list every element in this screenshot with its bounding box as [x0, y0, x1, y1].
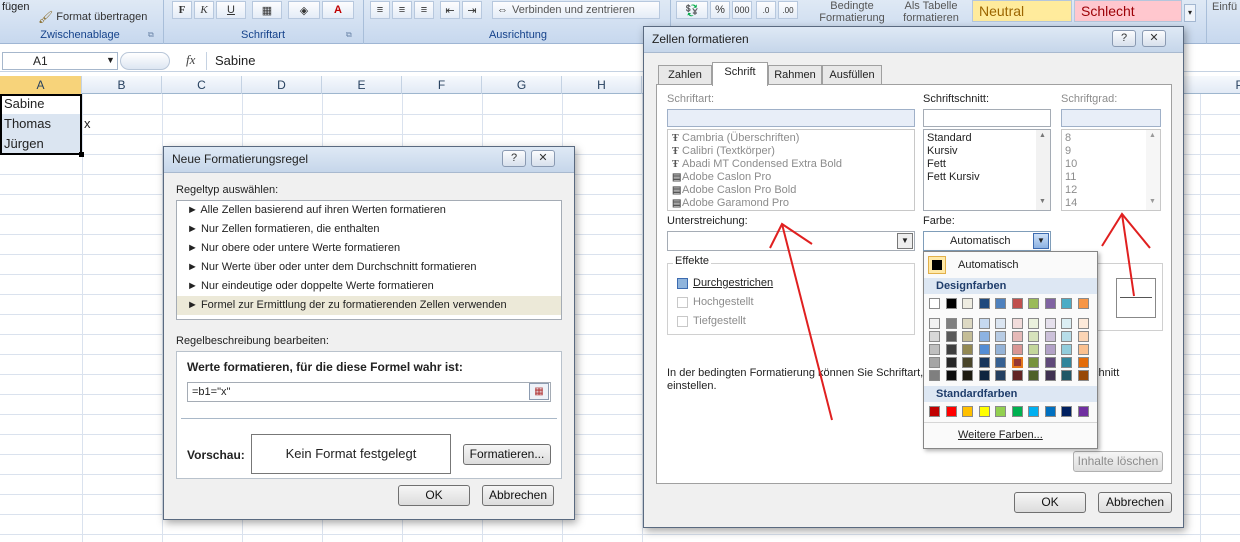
arrow-head: [769, 222, 813, 249]
tab-schrift[interactable]: Schrift: [712, 62, 768, 86]
arrow-line: [781, 223, 833, 421]
annotation-arrows: [769, 212, 1151, 421]
